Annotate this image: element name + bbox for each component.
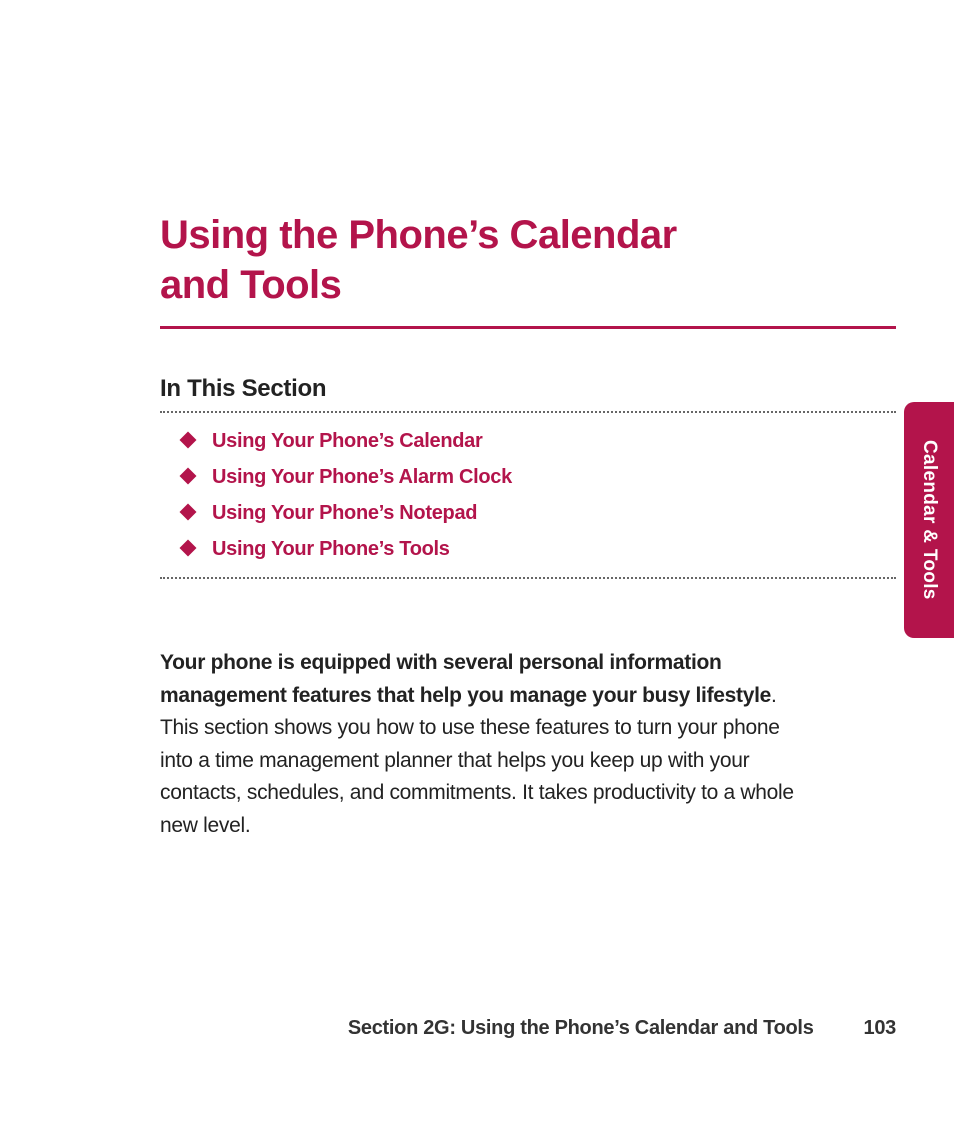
- title-line-2: and Tools: [160, 263, 341, 307]
- title-line-1: Using the Phone’s Calendar: [160, 213, 677, 257]
- diamond-icon: [180, 432, 197, 449]
- toc-item: Using Your Phone’s Tools: [182, 531, 896, 567]
- toc-item: Using Your Phone’s Notepad: [182, 495, 896, 531]
- content-area: Using the Phone’s Calendar and Tools In …: [160, 210, 896, 863]
- toc-item-label: Using Your Phone’s Calendar: [212, 423, 482, 459]
- intro-paragraph: Your phone is equipped with several pers…: [160, 647, 800, 842]
- side-tab: Calendar & Tools: [904, 402, 954, 638]
- dotted-rule-bottom: [160, 577, 896, 579]
- diamond-icon: [180, 468, 197, 485]
- toc-item: Using Your Phone’s Alarm Clock: [182, 459, 896, 495]
- page-title: Using the Phone’s Calendar and Tools: [160, 210, 896, 310]
- intro-lead: Your phone is equipped with several pers…: [160, 651, 771, 707]
- toc-item-label: Using Your Phone’s Alarm Clock: [212, 459, 512, 495]
- title-rule: [160, 326, 896, 329]
- side-tab-label: Calendar & Tools: [918, 440, 940, 600]
- page-footer: Section 2G: Using the Phone’s Calendar a…: [160, 1017, 896, 1040]
- page: Using the Phone’s Calendar and Tools In …: [0, 0, 954, 1145]
- diamond-icon: [180, 540, 197, 557]
- footer-page-number: 103: [864, 1017, 896, 1040]
- footer-section-label: Section 2G: Using the Phone’s Calendar a…: [348, 1017, 814, 1040]
- toc-item: Using Your Phone’s Calendar: [182, 423, 896, 459]
- toc-list: Using Your Phone’s Calendar Using Your P…: [160, 413, 896, 577]
- diamond-icon: [180, 504, 197, 521]
- section-subhead: In This Section: [160, 375, 896, 403]
- toc-item-label: Using Your Phone’s Notepad: [212, 495, 477, 531]
- toc-item-label: Using Your Phone’s Tools: [212, 531, 450, 567]
